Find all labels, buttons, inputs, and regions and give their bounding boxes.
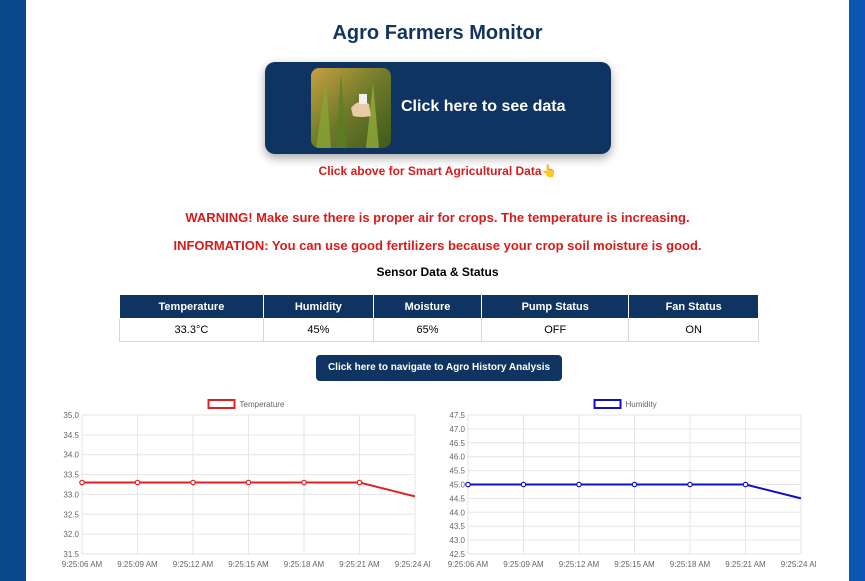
x-tick-label: 9:25:12 AM — [559, 560, 600, 569]
legend-label-temperature[interactable]: Temperature — [240, 400, 285, 409]
pump-status-value: OFF — [481, 318, 630, 342]
header-humidity: Humidity — [262, 294, 374, 319]
x-tick-label: 9:25:24 AM — [781, 560, 816, 569]
y-tick-label: 45.5 — [449, 467, 465, 476]
y-tick-label: 34.0 — [63, 451, 79, 460]
hint-text: Click above for Smart Agricultural Data👆 — [318, 164, 557, 178]
y-tick-label: 43.0 — [449, 536, 465, 545]
sensor-section-title: Sensor Data & Status — [376, 265, 499, 279]
x-tick-label: 9:25:21 AM — [339, 560, 380, 569]
y-tick-label: 34.5 — [63, 431, 79, 440]
y-tick-label: 44.0 — [449, 508, 465, 517]
header-moisture: Moisture — [372, 294, 483, 319]
y-tick-label: 45.0 — [449, 481, 465, 490]
sensor-table: Temperature Humidity Moisture Pump Statu… — [119, 294, 759, 342]
y-tick-label: 32.5 — [63, 510, 79, 519]
data-point[interactable] — [79, 479, 85, 486]
main-page: Agro Farmers Monitor Click here to see d… — [26, 0, 849, 581]
y-tick-label: 42.5 — [449, 550, 465, 559]
header-pump-status: Pump Status — [481, 294, 630, 319]
y-tick-label: 46.0 — [449, 453, 465, 462]
header-temperature: Temperature — [119, 294, 264, 319]
see-data-button[interactable]: Click here to see data — [265, 62, 611, 154]
crop-image — [311, 68, 391, 148]
y-tick-label: 31.5 — [63, 550, 79, 559]
x-tick-label: 9:25:06 AM — [62, 560, 103, 569]
x-tick-label: 9:25:15 AM — [228, 560, 269, 569]
data-point[interactable] — [631, 481, 638, 488]
temperature-value: 33.3°C — [119, 318, 264, 342]
info-alert: INFORMATION: You can use good fertilizer… — [173, 238, 702, 253]
y-tick-label: 32.0 — [63, 530, 79, 539]
see-data-label: Click here to see data — [401, 98, 566, 115]
history-analysis-button[interactable]: Click here to navigate to Agro History A… — [316, 355, 562, 381]
right-scroll-strip — [849, 0, 865, 581]
x-tick-label: 9:25:24 AM — [395, 560, 430, 569]
y-tick-label: 33.5 — [63, 471, 79, 480]
y-tick-label: 44.5 — [449, 494, 465, 503]
fan-status-value: ON — [628, 318, 759, 342]
x-tick-label: 9:25:18 AM — [670, 560, 711, 569]
left-background-strip — [0, 0, 26, 581]
y-tick-label: 43.5 — [449, 522, 465, 531]
x-tick-label: 9:25:09 AM — [503, 560, 544, 569]
humidity-value: 45% — [262, 318, 374, 342]
x-tick-label: 9:25:12 AM — [173, 560, 214, 569]
x-tick-label: 9:25:21 AM — [725, 560, 766, 569]
data-point[interactable] — [576, 481, 582, 488]
data-point[interactable] — [190, 479, 196, 486]
legend-swatch-humidity[interactable] — [593, 399, 622, 409]
y-tick-label: 33.0 — [63, 490, 79, 499]
table-row: 33.3°C 45% 65% OFF ON — [119, 318, 759, 342]
x-tick-label: 9:25:18 AM — [284, 560, 325, 569]
legend-label-humidity[interactable]: Humidity — [626, 400, 657, 409]
temperature-chart: Temperature 35.0 34.5 34.0 33.5 33.0 32.5 32.0 3… — [62, 399, 430, 569]
data-point[interactable] — [742, 481, 749, 488]
moisture-value: 65% — [372, 318, 483, 342]
humidity-chart: Humidity 47.5 47.0 46.5 46.0 45.5 45.0 44.5 44.0… — [448, 399, 816, 569]
data-point[interactable] — [245, 479, 252, 486]
x-tick-label: 9:25:06 AM — [448, 560, 489, 569]
data-point[interactable] — [301, 479, 307, 486]
y-tick-label: 35.0 — [63, 411, 79, 420]
x-tick-label: 9:25:15 AM — [614, 560, 655, 569]
header-fan-status: Fan Status — [628, 294, 759, 319]
table-header-row: Temperature Humidity Moisture Pump Statu… — [119, 294, 759, 319]
y-tick-label: 47.5 — [449, 411, 465, 420]
legend-swatch-temperature[interactable] — [207, 399, 236, 409]
data-point[interactable] — [134, 479, 141, 486]
y-tick-label: 47.0 — [449, 425, 465, 434]
y-tick-label: 46.5 — [449, 439, 465, 448]
data-point[interactable] — [465, 481, 471, 488]
data-point[interactable] — [356, 479, 363, 486]
data-point[interactable] — [687, 481, 693, 488]
data-point[interactable] — [520, 481, 527, 488]
warning-alert: WARNING! Make sure there is proper air f… — [185, 210, 690, 225]
x-tick-label: 9:25:09 AM — [117, 560, 158, 569]
page-title: Agro Farmers Monitor — [332, 22, 543, 44]
